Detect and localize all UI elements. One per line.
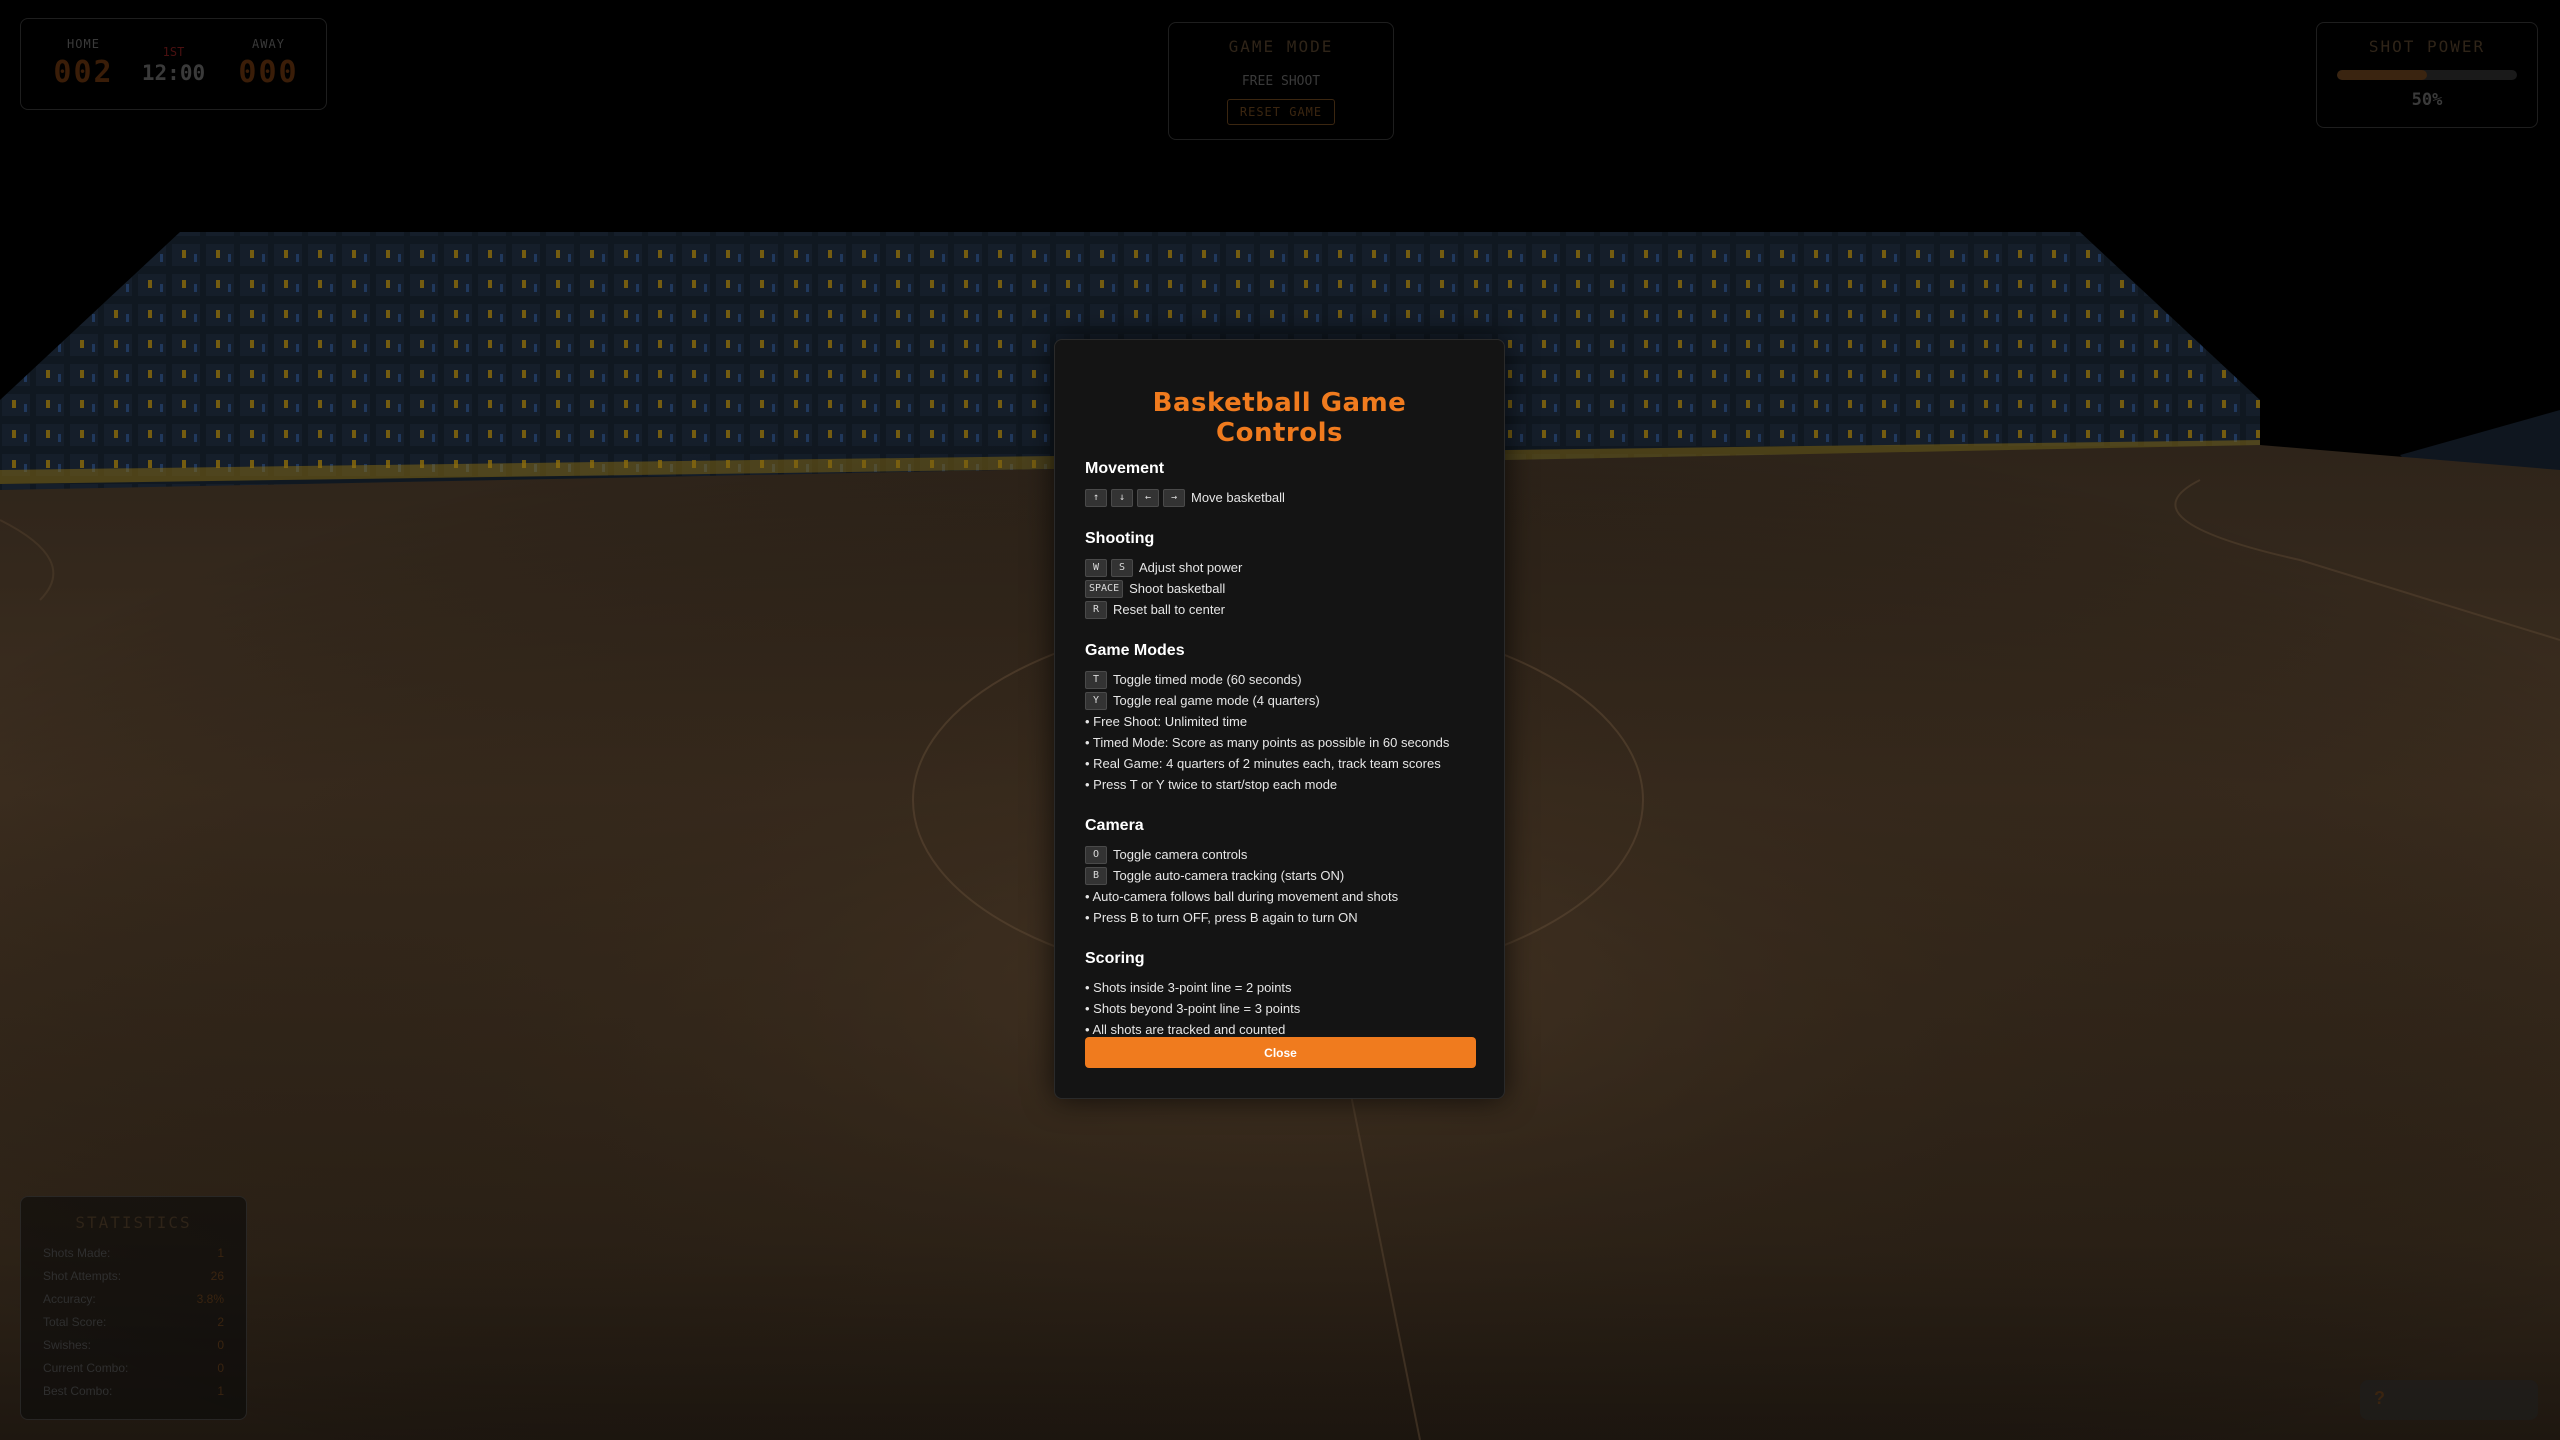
- shot-power-bar: [2337, 70, 2517, 80]
- bullet-item: • Free Shoot: Unlimited time: [1085, 714, 1248, 729]
- control-row: O Toggle camera controls: [1085, 844, 1474, 865]
- w-key: W: [1085, 558, 1107, 577]
- control-description: Shoot basketball: [1129, 581, 1226, 596]
- bullet-item: • Shots inside 3-point line = 2 points: [1085, 980, 1292, 995]
- control-row: SPACE Shoot basketball: [1085, 578, 1474, 599]
- arrow-left-key: ←: [1137, 488, 1159, 507]
- reset-game-button[interactable]: RESET GAME: [1226, 99, 1336, 125]
- current-mode: FREE SHOOT: [1241, 74, 1321, 89]
- space-key: SPACE: [1085, 579, 1124, 598]
- control-row: ↑ ↓ ← → Move basketball: [1085, 487, 1474, 508]
- stat-label: Accuracy:: [43, 1292, 96, 1306]
- game-modes-section: Game Modes T Toggle timed mode (60 secon…: [1085, 642, 1474, 795]
- control-description: Toggle camera controls: [1113, 847, 1248, 862]
- scoring-section: Scoring • Shots inside 3-point line = 2 …: [1085, 950, 1474, 1040]
- o-key: O: [1085, 845, 1107, 864]
- control-row: B Toggle auto-camera tracking (starts ON…: [1085, 865, 1474, 886]
- arrow-up-key: ↑: [1085, 488, 1107, 507]
- t-key: T: [1085, 670, 1107, 689]
- stat-row: Accuracy: 3.8%: [21, 1288, 246, 1311]
- shot-power-title: SHOT POWER: [2368, 37, 2486, 56]
- s-key: S: [1111, 558, 1133, 577]
- stat-row: Shots Made: 1: [21, 1242, 246, 1265]
- away-score-block: AWAY 000: [226, 19, 311, 90]
- stat-row: Total Score: 2: [21, 1311, 246, 1334]
- bullet-item: • Shots beyond 3-point line = 3 points: [1085, 1001, 1301, 1016]
- away-label: AWAY: [252, 37, 285, 51]
- statistics-panel: STATISTICS Shots Made: 1 Shot Attempts: 26…: [20, 1196, 247, 1420]
- b-key: B: [1085, 866, 1107, 885]
- modal-title: Basketball Game Controls: [1152, 388, 1407, 448]
- camera-section: Camera O Toggle camera controls B Toggle…: [1085, 817, 1474, 928]
- control-description: Move basketball: [1191, 490, 1285, 505]
- game-mode-title: GAME MODE: [1228, 37, 1334, 56]
- stat-label: Swishes:: [43, 1338, 92, 1352]
- bullet-item: • Press B to turn OFF, press B again to …: [1085, 910, 1358, 925]
- control-description: Toggle auto-camera tracking (starts ON): [1113, 868, 1345, 883]
- control-description: Toggle timed mode (60 seconds): [1113, 672, 1302, 687]
- stat-row: Swishes: 0: [21, 1334, 246, 1357]
- stat-value: 0: [217, 1338, 224, 1352]
- stat-label: Current Combo:: [43, 1361, 129, 1375]
- quarter-indicator: 1ST: [162, 45, 185, 59]
- control-row: Y Toggle real game mode (4 quarters): [1085, 690, 1474, 711]
- help-icon: ?: [2374, 1388, 2385, 1408]
- away-score: 000: [238, 55, 299, 90]
- stat-value: 1: [217, 1384, 224, 1398]
- bullet-item: • Real Game: 4 quarters of 2 minutes eac…: [1085, 756, 1441, 771]
- stat-label: Shots Made:: [43, 1246, 111, 1260]
- section-title: Movement: [1085, 460, 1165, 477]
- home-score: 002: [53, 55, 114, 90]
- bullet-item: • Auto-camera follows ball during moveme…: [1085, 889, 1399, 904]
- help-button[interactable]: ?: [2360, 1380, 2538, 1420]
- shot-power-fill: [2337, 70, 2427, 80]
- control-row: W S Adjust shot power: [1085, 557, 1474, 578]
- bullet-item: • Timed Mode: Score as many points as po…: [1085, 735, 1450, 750]
- statistics-title: STATISTICS: [75, 1213, 192, 1232]
- scoreboard: HOME 002 1ST 12:00 AWAY 000: [20, 18, 327, 110]
- section-title: Shooting: [1085, 530, 1155, 547]
- home-score-block: HOME 002: [41, 19, 126, 90]
- stat-label: Shot Attempts:: [43, 1269, 122, 1283]
- clock-block: 1ST 12:00: [131, 19, 216, 85]
- controls-modal: Basketball Game Controls Movement ↑ ↓ ← …: [1054, 339, 1505, 1099]
- game-clock: 12:00: [141, 61, 206, 85]
- stat-value: 3.8%: [196, 1292, 224, 1306]
- y-key: Y: [1085, 691, 1107, 710]
- stat-value: 26: [210, 1269, 224, 1283]
- home-label: HOME: [67, 37, 100, 51]
- stat-value: 2: [217, 1315, 224, 1329]
- section-title: Scoring: [1085, 950, 1145, 967]
- arrow-down-key: ↓: [1111, 488, 1133, 507]
- r-key: R: [1085, 600, 1107, 619]
- shot-power-value: 50%: [2411, 90, 2443, 110]
- control-description: Adjust shot power: [1139, 560, 1243, 575]
- close-button[interactable]: Close: [1085, 1037, 1476, 1068]
- stat-row: Current Combo: 0: [21, 1357, 246, 1380]
- stat-row: Shot Attempts: 26: [21, 1265, 246, 1288]
- stat-label: Best Combo:: [43, 1384, 113, 1398]
- stat-value: 0: [217, 1361, 224, 1375]
- section-title: Camera: [1085, 817, 1144, 834]
- stat-row: Best Combo: 1: [21, 1380, 246, 1403]
- bullet-item: • Press T or Y twice to start/stop each …: [1085, 777, 1338, 792]
- control-description: Toggle real game mode (4 quarters): [1113, 693, 1320, 708]
- shooting-section: Shooting W S Adjust shot power SPACE Sho…: [1085, 530, 1474, 620]
- arrow-right-key: →: [1163, 488, 1185, 507]
- stat-value: 1: [217, 1246, 224, 1260]
- movement-section: Movement ↑ ↓ ← → Move basketball: [1085, 460, 1474, 508]
- control-description: Reset ball to center: [1113, 602, 1226, 617]
- stat-label: Total Score:: [43, 1315, 107, 1329]
- section-title: Game Modes: [1085, 642, 1185, 659]
- control-row: T Toggle timed mode (60 seconds): [1085, 669, 1474, 690]
- game-mode-panel: GAME MODE FREE SHOOT RESET GAME: [1168, 22, 1394, 140]
- shot-power-panel: SHOT POWER 50%: [2316, 22, 2538, 128]
- control-row: R Reset ball to center: [1085, 599, 1474, 620]
